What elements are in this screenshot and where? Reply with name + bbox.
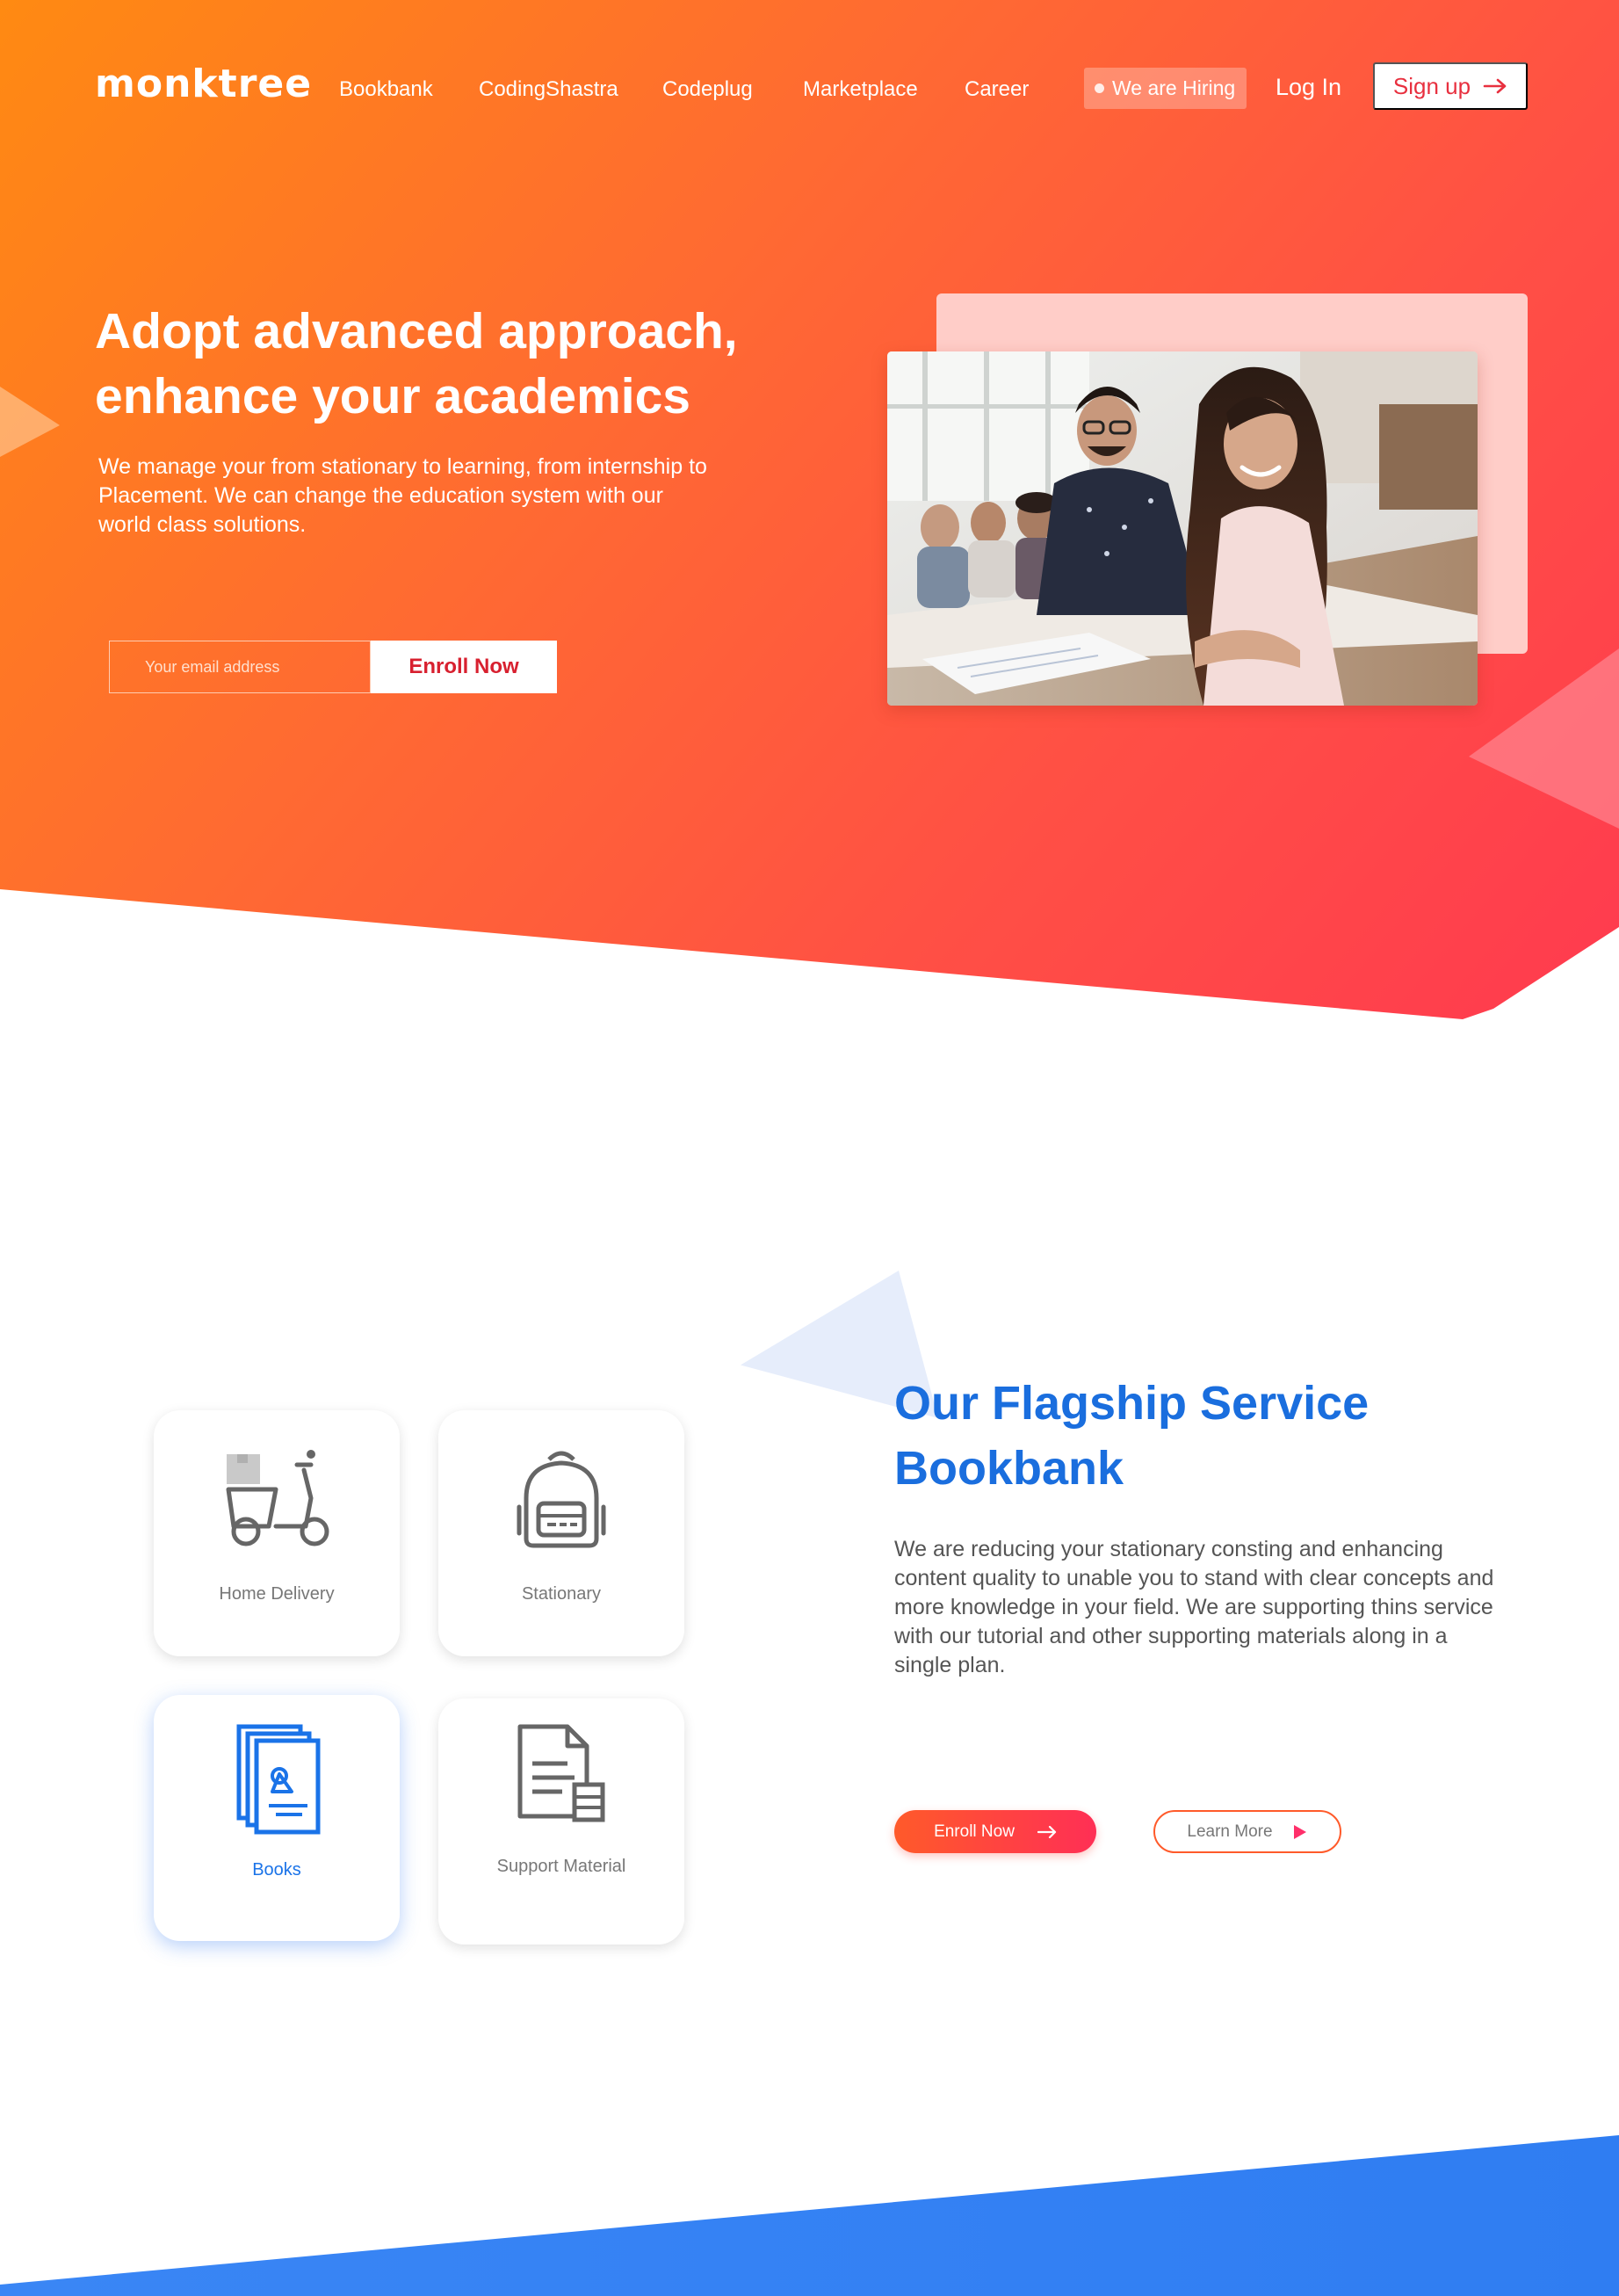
service-card-support-material[interactable]: Support Material (438, 1698, 684, 1945)
nav-link-codingshastra[interactable]: CodingShastra (479, 77, 618, 102)
hiring-label: We are Hiring (1112, 76, 1236, 99)
login-link[interactable]: Log In (1276, 74, 1341, 101)
arrow-right-icon (1037, 1825, 1057, 1838)
hero-title-line1: Adopt advanced approach, (95, 303, 738, 359)
backpack-icon (517, 1451, 606, 1548)
flagship-title: Our Flagship Service Bookbank (894, 1371, 1509, 1501)
service-card-label: Books (252, 1860, 301, 1880)
scooter-icon (226, 1450, 329, 1546)
flagship-title-line1: Our Flagship Service (894, 1377, 1370, 1430)
arrow-right-icon (1483, 78, 1507, 94)
service-card-stationary[interactable]: Stationary (438, 1410, 684, 1656)
service-card-home-delivery[interactable]: Home Delivery (154, 1410, 400, 1656)
nav-link-career[interactable]: Career (965, 77, 1029, 102)
flagship-description: We are reducing your stationary consting… (894, 1537, 1494, 1677)
service-card-label: Support Material (496, 1857, 626, 1876)
hero-enroll-button[interactable]: Enroll Now (371, 641, 557, 693)
email-input[interactable] (109, 641, 371, 693)
hero-title-line2: enhance your academics (95, 368, 690, 424)
learn-more-button[interactable]: Learn More (1153, 1810, 1341, 1853)
hero-description: We manage your from stationary to learni… (98, 454, 707, 537)
nav-link-marketplace[interactable]: Marketplace (803, 77, 918, 102)
service-card-label: Home Delivery (219, 1584, 335, 1604)
flagship-enroll-label: Enroll Now (934, 1822, 1015, 1841)
hiring-badge[interactable]: We are Hiring (1084, 68, 1247, 109)
signup-button[interactable]: Sign up (1373, 62, 1528, 110)
books-icon (236, 1724, 321, 1835)
students-illustration (887, 351, 1478, 706)
nav-link-codeplug[interactable]: Codeplug (662, 77, 753, 102)
service-card-books[interactable]: Books (154, 1695, 400, 1941)
monktree-logo[interactable]: monktree (95, 62, 312, 106)
signup-label: Sign up (1392, 72, 1471, 99)
service-card-label: Stationary (521, 1584, 602, 1604)
flagship-enroll-button[interactable]: Enroll Now (894, 1810, 1096, 1853)
document-icon (517, 1724, 605, 1822)
footer-band (0, 2135, 1619, 2296)
students-photo (887, 351, 1478, 706)
hiring-dot-icon (1095, 83, 1104, 93)
top-navigation: monktree Bookbank CodingShastra Codeplug… (0, 0, 1619, 176)
nav-link-bookbank[interactable]: Bookbank (339, 77, 433, 102)
hero-title: Adopt advanced approach, enhance your ac… (95, 299, 763, 429)
play-icon (1293, 1824, 1306, 1839)
learn-more-label: Learn More (1187, 1822, 1273, 1841)
flagship-title-line2: Bookbank (894, 1442, 1124, 1495)
